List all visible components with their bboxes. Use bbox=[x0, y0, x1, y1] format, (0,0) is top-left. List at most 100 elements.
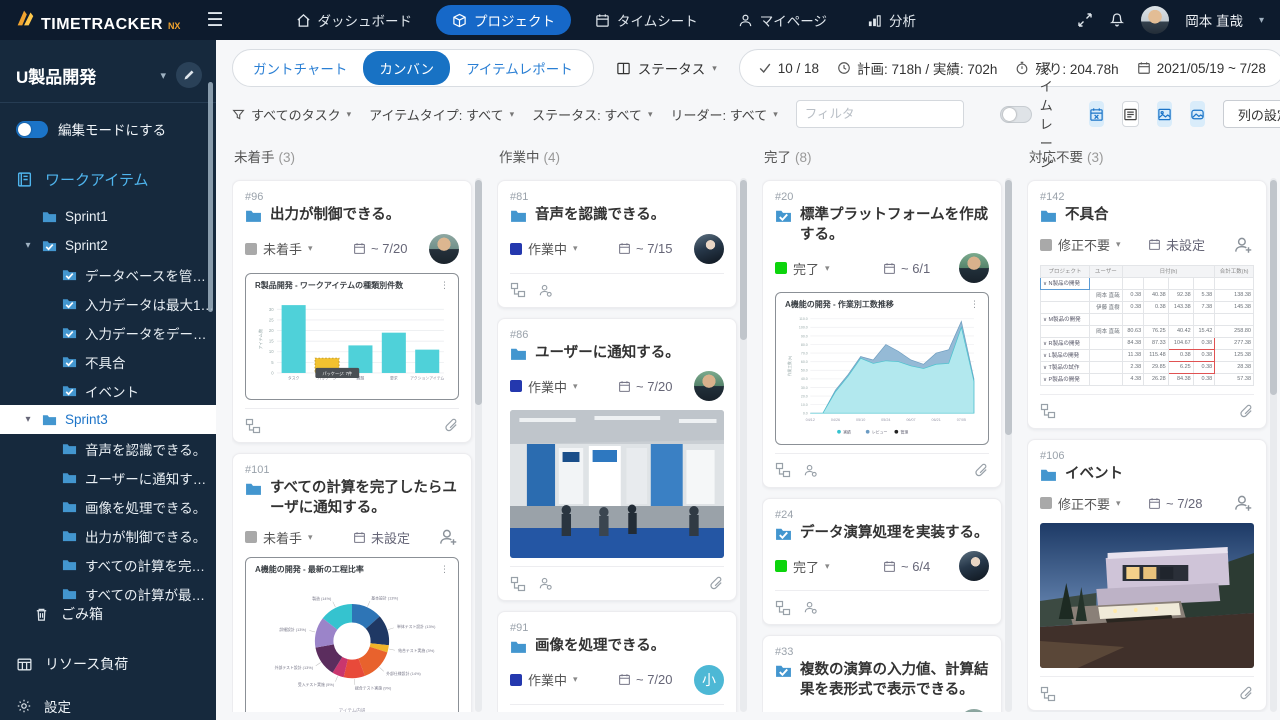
item-type-filter-select[interactable]: アイテムタイプ: すべて▾ bbox=[369, 105, 514, 124]
hierarchy-icon[interactable] bbox=[510, 576, 526, 592]
member-icon[interactable] bbox=[803, 600, 818, 615]
hierarchy-icon[interactable] bbox=[1040, 403, 1056, 419]
kanban-card[interactable]: #20 標準プラットフォームを作成する。 完了▾ ~ 6/1 A機能の開発 - … bbox=[762, 180, 1002, 488]
sidebar-item-trash[interactable]: ごみ箱 bbox=[0, 593, 216, 635]
edit-project-button[interactable] bbox=[176, 62, 202, 88]
user-avatar[interactable] bbox=[1141, 6, 1169, 34]
tab-kanban[interactable]: カンバン bbox=[363, 51, 450, 85]
hierarchy-icon[interactable] bbox=[510, 282, 526, 298]
sidebar-item-resource-load[interactable]: リソース負荷 bbox=[0, 643, 216, 685]
embedded-bar-chart[interactable]: R製品開発 - ワークアイテムの種類別件数⋮ 051015202530アイテム数… bbox=[245, 273, 459, 400]
swimlane-switch[interactable] bbox=[1000, 106, 1032, 123]
due-date[interactable]: ~ 7/20 bbox=[618, 672, 694, 687]
member-icon[interactable] bbox=[803, 463, 818, 478]
assignee-avatar[interactable] bbox=[959, 551, 989, 581]
tree-item[interactable]: データベースを管… bbox=[0, 260, 216, 289]
kanban-card[interactable]: #142 不具合 修正不要▾ 未設定 プロジェクトユーザー日付(h)合計工数(h… bbox=[1027, 180, 1267, 429]
nav-timesheet[interactable]: タイムシート bbox=[579, 5, 714, 35]
due-date[interactable]: ~ 7/20 bbox=[618, 379, 694, 394]
due-date[interactable]: 未設定 bbox=[1148, 235, 1232, 254]
column-scrollbar[interactable] bbox=[1005, 180, 1012, 435]
kanban-card[interactable]: #96 出力が制御できる。 未着手▾ ~ 7/20 R製品開発 - ワークアイテ… bbox=[232, 180, 472, 443]
kanban-card[interactable]: #91 画像を処理できる。 作業中▾ ~ 7/20 小 bbox=[497, 611, 737, 712]
embedded-table[interactable]: プロジェクトユーザー日付(h)合計工数(h)∨ N製品の開発岡本 直哉0.384… bbox=[1040, 265, 1254, 386]
tree-item-selected[interactable]: ▾Sprint3 bbox=[0, 405, 216, 434]
tree-item[interactable]: 不具合 bbox=[0, 347, 216, 376]
toggle-detail-button[interactable] bbox=[1122, 101, 1139, 127]
status-select[interactable]: 完了▾ bbox=[775, 557, 883, 576]
column-scrollbar[interactable] bbox=[475, 180, 482, 405]
tree-item[interactable]: 画像を処理できる。 bbox=[0, 492, 216, 521]
due-date[interactable]: ~ 6/1 bbox=[883, 261, 959, 276]
toggle-date-button[interactable] bbox=[1089, 101, 1104, 127]
brand-logo[interactable]: TIMETRACKER NX bbox=[0, 7, 194, 34]
nav-analysis[interactable]: 分析 bbox=[851, 5, 932, 35]
tree-item[interactable]: 入力データをデー… bbox=[0, 318, 216, 347]
attachment-icon[interactable] bbox=[709, 576, 724, 591]
tree-item[interactable]: ▾Sprint2 bbox=[0, 231, 216, 260]
tree-item[interactable]: 入力データは最大1… bbox=[0, 289, 216, 318]
toggle-image-button[interactable] bbox=[1157, 101, 1172, 127]
status-select[interactable]: 作業中▾ bbox=[510, 670, 618, 689]
tree-item[interactable]: イベント bbox=[0, 376, 216, 405]
due-date[interactable]: ~ 7/15 bbox=[618, 241, 694, 256]
toggle-thumbnail-button[interactable] bbox=[1190, 101, 1205, 127]
add-assignee-button[interactable] bbox=[1232, 234, 1254, 256]
kanban-card[interactable]: #33 複数の演算の入力値、計算結果を表形式で表示できる。 完了▾ 未設定 bbox=[762, 635, 1002, 712]
kanban-card[interactable]: #81 音声を認識できる。 作業中▾ ~ 7/15 bbox=[497, 180, 737, 308]
status-select[interactable]: 作業中▾ bbox=[510, 377, 618, 396]
hierarchy-icon[interactable] bbox=[1040, 686, 1056, 702]
add-assignee-button[interactable] bbox=[437, 526, 459, 548]
assignee-avatar[interactable] bbox=[959, 709, 989, 712]
assignee-avatar[interactable] bbox=[429, 234, 459, 264]
kebab-menu-icon[interactable]: ⋮ bbox=[440, 281, 449, 290]
assignee-avatar[interactable]: 小 bbox=[694, 665, 724, 695]
embedded-area-chart[interactable]: A機能の開発 - 作業別工数推移⋮ 0.010.020.030.040.050.… bbox=[775, 292, 989, 445]
tree-chevron-icon[interactable]: ▾ bbox=[22, 240, 34, 251]
attachment-photo-house[interactable] bbox=[1040, 523, 1254, 668]
sidebar-item-workitems[interactable]: ワークアイテム bbox=[0, 153, 216, 202]
sidebar-scrollbar[interactable] bbox=[208, 82, 213, 312]
tree-item[interactable]: 出力が制御できる。 bbox=[0, 521, 216, 550]
nav-project[interactable]: プロジェクト bbox=[436, 5, 571, 35]
member-icon[interactable] bbox=[538, 283, 553, 298]
tree-item[interactable]: ユーザーに通知す… bbox=[0, 463, 216, 492]
expand-icon[interactable] bbox=[1077, 12, 1093, 28]
attachment-icon[interactable] bbox=[974, 463, 989, 478]
tree-chevron-icon[interactable]: ▾ bbox=[22, 414, 34, 425]
attachment-icon[interactable] bbox=[444, 418, 459, 433]
status-filter-select[interactable]: ステータス: すべて▾ bbox=[532, 105, 652, 124]
nav-mypage[interactable]: マイページ bbox=[722, 5, 843, 35]
add-assignee-button[interactable] bbox=[1232, 492, 1254, 514]
status-select[interactable]: 完了▾ bbox=[775, 259, 883, 278]
due-date[interactable]: ~ 6/4 bbox=[883, 559, 959, 574]
edit-mode-toggle[interactable]: 編集モードにする bbox=[0, 105, 216, 153]
project-chevron-icon[interactable]: ▾ bbox=[160, 69, 166, 82]
edit-mode-switch[interactable] bbox=[16, 121, 48, 138]
task-filter-select[interactable]: すべてのタスク▾ bbox=[232, 105, 351, 124]
status-select[interactable]: 未着手▾ bbox=[245, 239, 353, 258]
embedded-donut-chart[interactable]: A機能の開発 - 最新の工程比率⋮ 基本設計 (13%)単体テスト設計 (13%… bbox=[245, 557, 459, 712]
attachment-icon[interactable] bbox=[1239, 404, 1254, 419]
hierarchy-icon[interactable] bbox=[245, 418, 261, 434]
column-settings-button[interactable]: 列の設定 bbox=[1223, 100, 1280, 128]
attachment-icon[interactable] bbox=[1239, 686, 1254, 701]
due-date[interactable]: ~ 7/20 bbox=[353, 241, 429, 256]
kanban-card[interactable]: #86 ユーザーに通知する。 作業中▾ ~ 7/20 bbox=[497, 318, 737, 602]
assignee-avatar[interactable] bbox=[959, 253, 989, 283]
bell-icon[interactable] bbox=[1109, 12, 1125, 28]
sidebar-item-settings[interactable]: 設定 bbox=[0, 685, 216, 720]
tree-item[interactable]: すべての計算を完… bbox=[0, 550, 216, 579]
tree-item[interactable]: 音声を認識できる。 bbox=[0, 434, 216, 463]
nav-dashboard[interactable]: ダッシュボード bbox=[280, 5, 429, 35]
kanban-card[interactable]: #24 データ演算処理を実装する。 完了▾ ~ 6/4 bbox=[762, 498, 1002, 626]
sidebar-toggle-icon[interactable]: ☰ bbox=[206, 9, 223, 32]
attachment-photo-expo[interactable] bbox=[510, 410, 724, 558]
hierarchy-icon[interactable] bbox=[775, 462, 791, 478]
hierarchy-icon[interactable] bbox=[775, 600, 791, 616]
kebab-menu-icon[interactable]: ⋮ bbox=[970, 300, 979, 309]
group-by-select[interactable]: ステータス ▾ bbox=[616, 58, 717, 78]
status-select[interactable]: 修正不要▾ bbox=[1040, 494, 1148, 513]
user-menu-chevron-icon[interactable]: ▾ bbox=[1259, 15, 1264, 26]
assignee-avatar[interactable] bbox=[694, 234, 724, 264]
